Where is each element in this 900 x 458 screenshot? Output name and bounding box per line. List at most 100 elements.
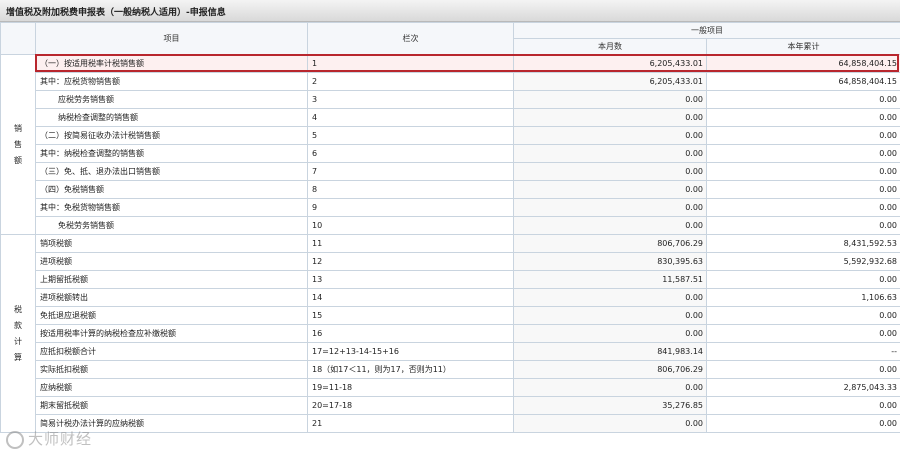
row-month-value[interactable]: 806,706.29 <box>513 360 707 379</box>
row-item-label: 应抵扣税额合计 <box>35 342 308 361</box>
row-year-value[interactable]: 0.00 <box>706 90 900 109</box>
row-item-label: 实际抵扣税额 <box>35 360 308 379</box>
row-item-label: 应税劳务销售额 <box>35 90 308 109</box>
row-month-value[interactable]: 0.00 <box>513 198 707 217</box>
row-lane-number: 2 <box>307 72 514 91</box>
row-month-value[interactable]: 0.00 <box>513 306 707 325</box>
row-month-value[interactable]: 11,587.51 <box>513 270 707 289</box>
row-month-value[interactable]: 0.00 <box>513 162 707 181</box>
title-bar: 增值税及附加税费申报表（一般纳税人适用）-申报信息 <box>0 0 900 22</box>
row-lane-number: 7 <box>307 162 514 181</box>
row-month-value[interactable]: 35,276.85 <box>513 396 707 415</box>
row-month-value[interactable]: 6,205,433.01 <box>513 54 707 73</box>
table-row[interactable]: 其中：纳税检查调整的销售额 6 0.00 0.00 <box>1 144 900 163</box>
row-month-value[interactable]: 806,706.29 <box>513 234 707 253</box>
row-item-label: 应纳税额 <box>35 378 308 397</box>
row-month-value[interactable]: 0.00 <box>513 216 707 235</box>
row-year-value[interactable]: 2,875,043.33 <box>706 378 900 397</box>
table-row[interactable]: （四）免税销售额 8 0.00 0.00 <box>1 180 900 199</box>
row-month-value[interactable]: 0.00 <box>513 324 707 343</box>
row-item-label: 销项税额 <box>35 234 308 253</box>
row-item-label: 纳税检查调整的销售额 <box>35 108 308 127</box>
row-year-value[interactable]: 0.00 <box>706 108 900 127</box>
table-row[interactable]: 按适用税率计算的纳税检查应补缴税额 16 0.00 0.00 <box>1 324 900 343</box>
row-item-label: 免税劳务销售额 <box>35 216 308 235</box>
table-row[interactable]: 期末留抵税额 20=17-18 35,276.85 0.00 <box>1 396 900 415</box>
row-year-value[interactable]: 0.00 <box>706 162 900 181</box>
row-item-label: 进项税额 <box>35 252 308 271</box>
row-lane-number: 19=11-18 <box>307 378 514 397</box>
row-lane-number: 13 <box>307 270 514 289</box>
row-year-value[interactable]: 0.00 <box>706 216 900 235</box>
row-item-label: 进项税额转出 <box>35 288 308 307</box>
row-month-value[interactable]: 0.00 <box>513 180 707 199</box>
row-lane-number: 15 <box>307 306 514 325</box>
row-month-value[interactable]: 0.00 <box>513 126 707 145</box>
group-sales-label: 销售额 <box>0 54 36 235</box>
row-year-value[interactable]: 0.00 <box>706 360 900 379</box>
header-year: 本年累计 <box>706 38 900 55</box>
row-month-value[interactable]: 0.00 <box>513 90 707 109</box>
row-month-value[interactable]: 0.00 <box>513 144 707 163</box>
row-item-label: （一）按适用税率计税销售额 <box>35 54 308 73</box>
row-month-value[interactable]: 0.00 <box>513 108 707 127</box>
table-row[interactable]: 应税劳务销售额 3 0.00 0.00 <box>1 90 900 109</box>
row-year-value[interactable]: 0.00 <box>706 270 900 289</box>
row-year-value[interactable]: 1,106.63 <box>706 288 900 307</box>
row-month-value[interactable]: 830,395.63 <box>513 252 707 271</box>
row-year-value[interactable]: 0.00 <box>706 198 900 217</box>
row-year-value[interactable]: 0.00 <box>706 324 900 343</box>
row-month-value[interactable]: 0.00 <box>513 288 707 307</box>
row-year-value[interactable]: 0.00 <box>706 180 900 199</box>
row-year-value[interactable]: 0.00 <box>706 396 900 415</box>
header-group: 一般项目 <box>513 22 900 39</box>
row-year-value[interactable]: -- <box>706 342 900 361</box>
table-row[interactable]: 上期留抵税额 13 11,587.51 0.00 <box>1 270 900 289</box>
row-month-value[interactable]: 0.00 <box>513 378 707 397</box>
table-row[interactable]: 其中：免税货物销售额 9 0.00 0.00 <box>1 198 900 217</box>
table-row[interactable]: 进项税额转出 14 0.00 1,106.63 <box>1 288 900 307</box>
row-item-label: 其中：纳税检查调整的销售额 <box>35 144 308 163</box>
row-item-label: （四）免税销售额 <box>35 180 308 199</box>
declaration-table: 项目 栏次 一般项目 本月数 本年累计 销售额 （一）按适用税率计税销售额 1 6,2… <box>0 22 900 433</box>
row-year-value[interactable]: 8,431,592.53 <box>706 234 900 253</box>
table-row[interactable]: 应纳税额 19=11-18 0.00 2,875,043.33 <box>1 378 900 397</box>
table-row[interactable]: 其中：应税货物销售额 2 6,205,433.01 64,858,404.15 <box>1 72 900 91</box>
table-row[interactable]: （二）按简易征收办法计税销售额 5 0.00 0.00 <box>1 126 900 145</box>
row-lane-number: 4 <box>307 108 514 127</box>
table-row[interactable]: 税款计算 销项税额 11 806,706.29 8,431,592.53 <box>0 234 900 433</box>
table-row[interactable]: 应抵扣税额合计 17=12+13-14-15+16 841,983.14 -- <box>1 342 900 361</box>
row-year-value[interactable]: 0.00 <box>706 414 900 433</box>
watermark-text: 大师财经 <box>28 430 93 448</box>
row-year-value[interactable]: 0.00 <box>706 306 900 325</box>
table-row[interactable]: 销售额 （一）按适用税率计税销售额 1 6,205,433.01 64,858,404.… <box>0 54 900 235</box>
header-item: 项目 <box>35 22 308 55</box>
row-item-label: 其中：应税货物销售额 <box>35 72 308 91</box>
watermark: 大师财经 <box>6 428 92 449</box>
header-blank <box>0 22 36 55</box>
row-year-value[interactable]: 64,858,404.15 <box>706 54 900 73</box>
row-lane-number: 10 <box>307 216 514 235</box>
table-row[interactable]: 免税劳务销售额 10 0.00 0.00 <box>1 216 900 235</box>
row-month-value[interactable]: 6,205,433.01 <box>513 72 707 91</box>
row-lane-number: 12 <box>307 252 514 271</box>
table-row[interactable]: 免抵退应退税额 15 0.00 0.00 <box>1 306 900 325</box>
row-year-value[interactable]: 0.00 <box>706 126 900 145</box>
row-lane-number: 8 <box>307 180 514 199</box>
row-year-value[interactable]: 64,858,404.15 <box>706 72 900 91</box>
row-lane-number: 9 <box>307 198 514 217</box>
table-row[interactable]: 进项税额 12 830,395.63 5,592,932.68 <box>1 252 900 271</box>
group-label-text: 税款计算 <box>14 304 22 362</box>
row-month-value[interactable]: 841,983.14 <box>513 342 707 361</box>
table-row[interactable]: （三）免、抵、退办法出口销售额 7 0.00 0.00 <box>1 162 900 181</box>
table-row[interactable]: 实际抵扣税额 18（如17＜11，则为17，否则为11） 806,706.29 0.0… <box>1 360 900 379</box>
row-item-label: 上期留抵税额 <box>35 270 308 289</box>
row-year-value[interactable]: 0.00 <box>706 144 900 163</box>
table-row[interactable]: 纳税检查调整的销售额 4 0.00 0.00 <box>1 108 900 127</box>
row-year-value[interactable]: 5,592,932.68 <box>706 252 900 271</box>
header-month: 本月数 <box>513 38 707 55</box>
row-month-value[interactable]: 0.00 <box>513 414 707 433</box>
table-row[interactable]: 简易计税办法计算的应纳税额 21 0.00 0.00 <box>1 414 900 433</box>
row-lane-number: 5 <box>307 126 514 145</box>
declaration-page: 增值税及附加税费申报表（一般纳税人适用）-申报信息 项目 栏次 一般项目 本月数 <box>0 0 900 458</box>
